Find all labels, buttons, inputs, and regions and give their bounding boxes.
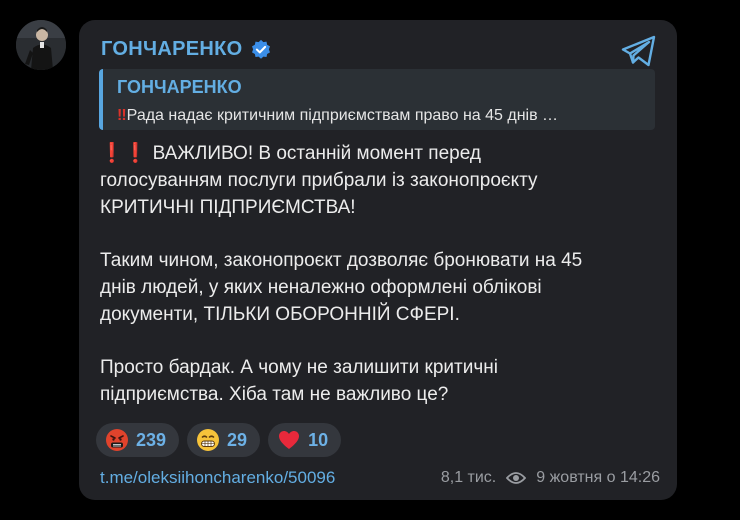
reaction-angry[interactable]: 239 (96, 423, 180, 457)
message-paragraph-2: Таким чином, законопроєкт дозволяє броню… (100, 250, 583, 325)
message-footer: t.me/oleksiihoncharenko/50096 8,1 тис. 9… (100, 468, 660, 488)
eye-icon (506, 472, 527, 484)
post-date: 9 жовтня о 14:26 (536, 469, 660, 486)
double-exclamation-icon: ‼ (117, 107, 127, 124)
channel-avatar[interactable] (16, 20, 66, 70)
verified-badge-icon (252, 39, 271, 59)
reaction-grimace[interactable]: 29 (187, 423, 261, 457)
message-paragraph-3: Просто бардак. А чому не залишити критич… (100, 357, 498, 405)
reaction-count: 239 (136, 429, 167, 450)
view-count: 8,1 тис. (440, 469, 497, 486)
message-header: ГОНЧАРЕНКО (101, 38, 272, 61)
reaction-heart[interactable]: 10 (268, 423, 342, 457)
grimacing-face-icon (197, 429, 220, 451)
post-link[interactable]: t.me/oleksiihoncharenko/50096 (100, 468, 335, 488)
reactions-bar: 239 29 10 (96, 423, 342, 457)
channel-name[interactable]: ГОНЧАРЕНКО (101, 38, 242, 61)
message-paragraph: ❗❗ ВАЖЛИВО! В останній момент перед голо… (100, 140, 660, 221)
message-card: ГОНЧАРЕНКО ГОНЧАРЕНКО ‼Рада надає критич… (79, 20, 677, 500)
telegram-plane-icon[interactable] (621, 34, 657, 68)
reply-text: Рада надає критичним підприємствам право… (126, 107, 559, 124)
message-paragraph-1: ВАЖЛИВО! В останній момент перед голосув… (100, 143, 538, 218)
message-body: ❗❗ ВАЖЛИВО! В останній момент перед голо… (100, 140, 660, 408)
red-heart-icon (279, 431, 300, 449)
reaction-count: 29 (227, 429, 248, 450)
reply-text-line: ‼Рада надає критичним підприємствам прав… (117, 107, 655, 125)
angry-face-icon (106, 429, 128, 451)
reply-quote[interactable]: ГОНЧАРЕНКО ‼Рада надає критичним підприє… (99, 69, 655, 130)
reaction-count: 10 (308, 429, 329, 450)
message-meta: 8,1 тис. 9 жовтня о 14:26 (441, 469, 660, 487)
exclamation-icon: ❗❗ (100, 143, 148, 164)
reply-author: ГОНЧАРЕНКО (117, 77, 242, 97)
